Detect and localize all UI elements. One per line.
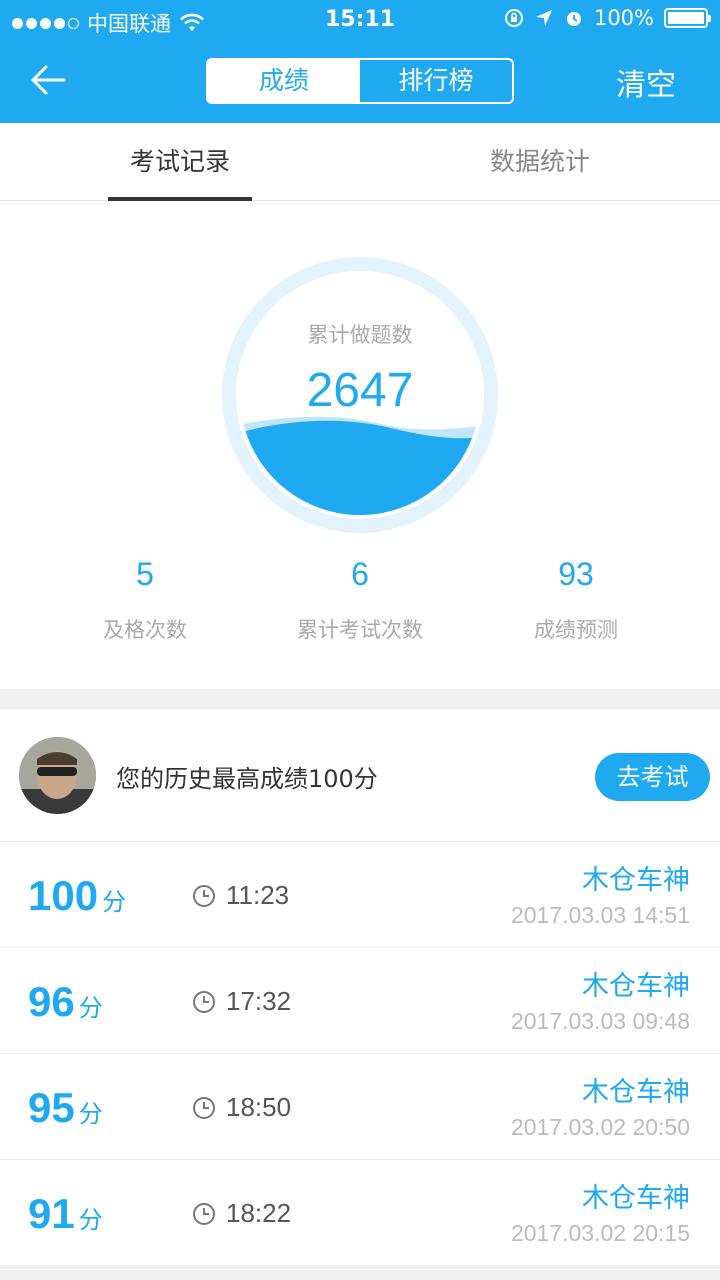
record-duration: 11:23 <box>226 880 290 910</box>
total-questions-label: 累计做题数 <box>307 323 413 347</box>
record-date: 2017.03.03 14:51 <box>510 902 690 928</box>
record-user-name: 木仓车神 <box>582 1183 690 1214</box>
back-arrow-icon[interactable] <box>28 58 72 102</box>
bottom-divider <box>0 1266 720 1280</box>
best-score-row: 您的历史最高成绩100分 去考试 <box>0 709 720 842</box>
total-questions-value: 2647 <box>306 364 414 417</box>
best-score-text: 您的历史最高成绩100分 <box>116 765 378 793</box>
record-score-unit: 分 <box>78 1101 103 1128</box>
record-user-name: 木仓车神 <box>582 971 690 1002</box>
metric-prediction: 93 成绩预测 <box>456 556 696 644</box>
record-score: 100 <box>28 872 99 919</box>
record-score: 95 <box>28 1084 75 1131</box>
summary-panel: 累计做题数 2647 5 及格次数 6 累计考试次数 93 成绩预测 <box>0 201 720 689</box>
clock-icon <box>193 1202 215 1225</box>
record-score-unit: 分 <box>102 889 127 916</box>
segment-scores[interactable]: 成绩 <box>208 60 360 102</box>
metric-value: 93 <box>558 556 594 592</box>
record-row[interactable]: 95 分 18:50 木仓车神 2017.03.02 20:50 <box>0 1054 720 1160</box>
record-row[interactable]: 100 分 11:23 木仓车神 2017.03.03 14:51 <box>0 842 720 948</box>
clear-button[interactable]: 清空 <box>616 60 676 104</box>
metric-passed: 5 及格次数 <box>25 556 265 644</box>
record-date: 2017.03.02 20:15 <box>510 1220 690 1246</box>
battery-percent: 100% <box>593 6 654 30</box>
record-user-name: 木仓车神 <box>582 865 690 896</box>
record-row[interactable]: 96 分 17:32 木仓车神 2017.03.03 09:48 <box>0 948 720 1054</box>
battery-icon <box>664 8 711 28</box>
clock-icon <box>193 990 215 1013</box>
record-date: 2017.03.03 09:48 <box>510 1008 690 1034</box>
avatar[interactable] <box>19 737 96 814</box>
record-score: 96 <box>28 978 75 1025</box>
metric-label: 累计考试次数 <box>297 618 423 642</box>
record-row[interactable]: 91 分 18:22 木仓车神 2017.03.02 20:15 <box>0 1160 720 1266</box>
status-bar: 中国联通 15:11 100% <box>0 0 720 40</box>
app-header: 中国联通 15:11 100% 成绩 排行榜 清空 <box>0 0 720 123</box>
record-duration: 17:32 <box>226 986 292 1016</box>
record-list: 100 分 11:23 木仓车神 2017.03.03 14:51 96 分 17:… <box>0 842 720 1266</box>
metric-label: 及格次数 <box>103 618 187 642</box>
clock-icon <box>193 884 215 907</box>
location-icon <box>535 10 552 26</box>
record-date: 2017.03.02 20:50 <box>510 1114 690 1140</box>
clock-icon <box>193 1096 215 1119</box>
section-divider <box>0 689 720 709</box>
take-exam-button[interactable]: 去考试 <box>595 753 710 801</box>
segment-ranking[interactable]: 排行榜 <box>360 60 512 102</box>
record-user-name: 木仓车神 <box>582 1077 690 1108</box>
record-score-unit: 分 <box>78 1207 103 1234</box>
record-score-unit: 分 <box>78 995 103 1022</box>
record-score: 91 <box>28 1190 75 1237</box>
metric-value: 5 <box>136 556 154 592</box>
record-duration: 18:22 <box>226 1198 292 1228</box>
segment-control: 成绩 排行榜 <box>206 58 514 104</box>
metric-value: 6 <box>351 556 369 592</box>
tab-exam-records[interactable]: 考试记录 <box>108 123 252 201</box>
alarm-icon <box>566 12 581 26</box>
record-duration: 18:50 <box>226 1092 292 1122</box>
rotation-lock-icon <box>504 9 523 27</box>
tab-data-statistics[interactable]: 数据统计 <box>468 123 612 201</box>
metric-exam-count: 6 累计考试次数 <box>240 556 480 644</box>
tab-bar: 考试记录 数据统计 <box>0 123 720 201</box>
metric-label: 成绩预测 <box>534 618 618 642</box>
